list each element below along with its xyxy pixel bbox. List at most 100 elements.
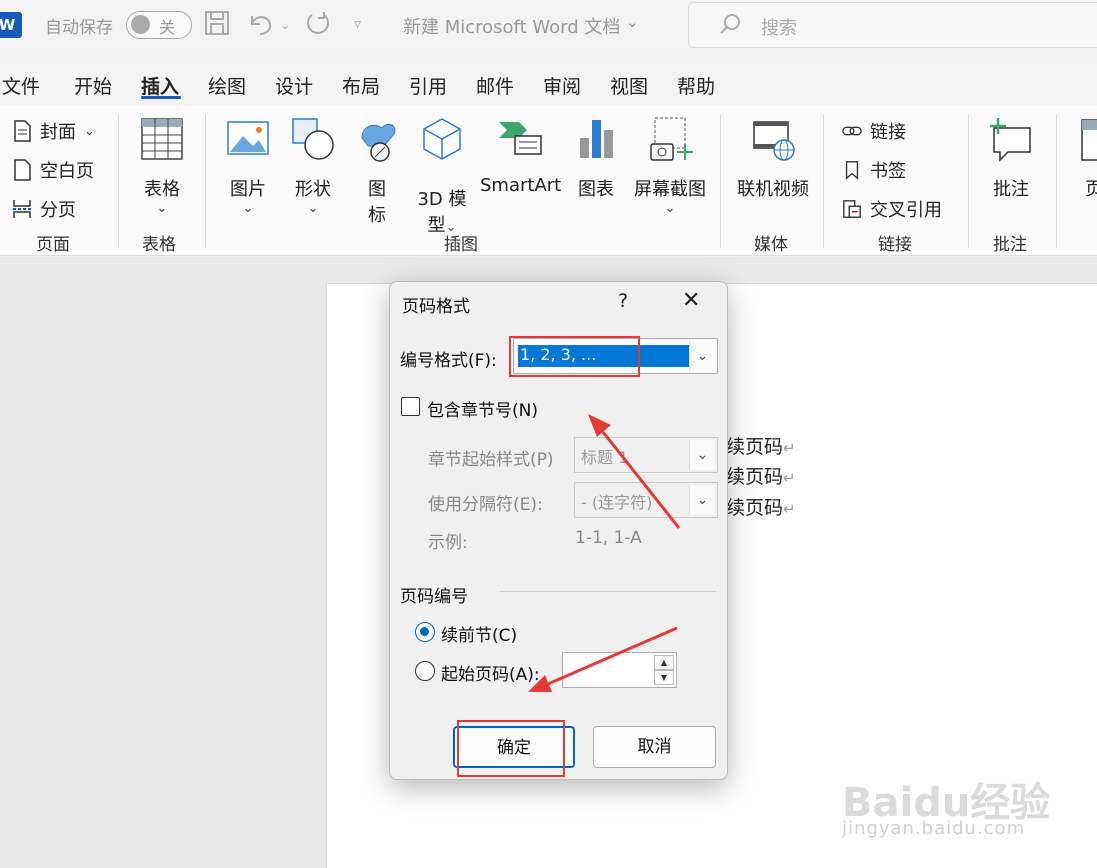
tab-help[interactable]: 帮助 <box>677 72 715 99</box>
group-label-illustrations: 插图 <box>444 235 478 255</box>
comment-button[interactable]: 批注 <box>986 116 1036 201</box>
redo-icon[interactable] <box>304 10 330 42</box>
active-tab-indicator <box>141 96 181 99</box>
customize-toolbar-icon[interactable]: ▿ <box>354 16 361 32</box>
group-label-tables: 表格 <box>142 235 176 255</box>
document-title[interactable]: 新建 Microsoft Word 文档 <box>403 13 620 39</box>
search-icon <box>719 13 741 40</box>
undo-dropdown-icon[interactable]: ⌄ <box>280 18 290 32</box>
picture-icon <box>227 121 269 155</box>
tab-layout[interactable]: 布局 <box>342 72 380 99</box>
chart-icon <box>580 120 613 158</box>
autosave-label: 自动保存 <box>45 18 113 38</box>
undo-icon[interactable] <box>246 10 274 42</box>
group-label-links: 链接 <box>878 235 912 255</box>
screenshot-icon <box>650 117 693 161</box>
blank-page-button[interactable]: 空白页 <box>12 157 94 183</box>
cancel-button[interactable]: 取消 <box>593 726 716 768</box>
dialog-title: 页码格式 <box>402 297 470 317</box>
page-break-button[interactable]: 分页 <box>12 196 76 222</box>
blank-page-label: 空白页 <box>40 161 94 182</box>
ribbon-tabs: 文件 开始 插入 绘图 设计 布局 引用 邮件 审阅 视图 帮助 <box>0 60 1097 106</box>
help-button[interactable]: ? <box>618 290 628 312</box>
tab-design[interactable]: 设计 <box>275 72 313 99</box>
search-input[interactable]: 搜索 <box>688 2 1097 48</box>
chevron-down-icon[interactable]: ⌄ <box>689 440 715 470</box>
annotation-box-number-format <box>509 336 640 377</box>
autosave-toggle[interactable]: 关 <box>126 11 192 39</box>
online-video-button[interactable]: 联机视频 <box>736 116 810 201</box>
chevron-down-icon[interactable]: ⌄ <box>689 485 715 515</box>
tab-home[interactable]: 开始 <box>74 72 112 99</box>
chevron-down-icon[interactable]: ⌄ <box>689 341 715 371</box>
document-text-line: 续页码↵ <box>726 466 796 488</box>
chart-label: 图表 <box>578 179 614 200</box>
spin-up-icon[interactable]: ▲ <box>654 655 674 670</box>
tab-draw[interactable]: 绘图 <box>208 72 246 99</box>
toggle-knob <box>131 15 150 34</box>
link-label: 链接 <box>870 122 906 143</box>
tab-insert[interactable]: 插入 <box>141 72 179 99</box>
cover-page-label: 封面 <box>40 122 76 143</box>
cover-page-button[interactable]: 封面 ⌄ <box>12 118 95 144</box>
tab-file[interactable]: 文件 <box>2 72 40 99</box>
header-button[interactable]: 页 <box>1074 116 1097 201</box>
continue-label: 续前节(C) <box>441 626 518 646</box>
cross-reference-label: 交叉引用 <box>870 200 942 221</box>
shapes-icon <box>292 118 334 160</box>
3d-models-label-1: 3D 模 <box>417 189 467 210</box>
link-button[interactable]: 链接 <box>842 118 906 144</box>
include-chapter-checkbox[interactable] <box>401 397 420 416</box>
shapes-button[interactable]: 形状 ⌄ <box>290 116 336 216</box>
chevron-down-icon: ⌄ <box>156 201 168 216</box>
page-break-icon <box>13 200 31 218</box>
bookmark-icon <box>845 161 859 180</box>
tab-references[interactable]: 引用 <box>409 72 447 99</box>
ribbon-separator <box>1056 114 1057 248</box>
header-label: 页 <box>1085 179 1097 200</box>
chapter-style-value: 标题 1 <box>581 448 629 467</box>
tab-mailings[interactable]: 邮件 <box>476 72 514 99</box>
ribbon-separator <box>205 114 206 248</box>
tab-review[interactable]: 审阅 <box>543 72 581 99</box>
screenshot-button[interactable]: 屏幕截图 ⌄ <box>632 116 708 216</box>
chevron-down-icon: ⌄ <box>307 201 319 216</box>
chapter-style-select[interactable]: 标题 1 ⌄ <box>574 437 718 473</box>
continue-radio[interactable] <box>415 622 435 642</box>
picture-button[interactable]: 图片 ⌄ <box>224 116 272 216</box>
start-at-input[interactable]: ▲ ▼ <box>562 652 677 688</box>
online-video-label: 联机视频 <box>737 179 809 200</box>
group-label-media: 媒体 <box>754 235 788 255</box>
close-icon[interactable]: ✕ <box>682 288 700 313</box>
spin-down-icon[interactable]: ▼ <box>654 670 674 685</box>
3d-models-button[interactable]: 3D 模 型⌄ <box>414 116 470 237</box>
bookmark-button[interactable]: 书签 <box>842 157 906 183</box>
group-label-pages: 页面 <box>36 235 70 255</box>
comment-label: 批注 <box>993 179 1029 200</box>
document-text-line: 续页码↵ <box>726 436 796 458</box>
group-label-comments: 批注 <box>993 235 1027 255</box>
chevron-down-icon[interactable]: ⌄ <box>626 13 639 31</box>
chart-button[interactable]: 图表 <box>574 116 618 201</box>
chapter-style-label: 章节起始样式(P) <box>428 450 554 470</box>
smartart-button[interactable]: SmartArt <box>480 116 562 196</box>
icons-button[interactable]: 图 标 <box>354 116 400 227</box>
cube-icon <box>423 118 461 160</box>
start-at-radio[interactable] <box>415 661 435 681</box>
icons-icon <box>361 123 396 162</box>
video-icon <box>753 121 795 161</box>
save-icon[interactable] <box>204 10 230 42</box>
cross-reference-button[interactable]: 交叉引用 <box>842 196 942 222</box>
chevron-down-icon: ⌄ <box>664 201 676 216</box>
start-at-label: 起始页码(A): <box>441 665 540 685</box>
annotation-box-ok <box>457 720 565 777</box>
table-button[interactable]: 表格 ⌄ <box>138 116 186 216</box>
separator-select[interactable]: - (连字符) ⌄ <box>574 482 718 518</box>
header-icon <box>1081 119 1097 161</box>
ribbon-separator <box>823 114 824 248</box>
icons-label-1: 图 <box>368 179 386 200</box>
ribbon-separator <box>118 114 119 248</box>
smartart-label: SmartArt <box>480 175 562 196</box>
tab-view[interactable]: 视图 <box>610 72 648 99</box>
include-chapter-label: 包含章节号(N) <box>427 401 538 421</box>
